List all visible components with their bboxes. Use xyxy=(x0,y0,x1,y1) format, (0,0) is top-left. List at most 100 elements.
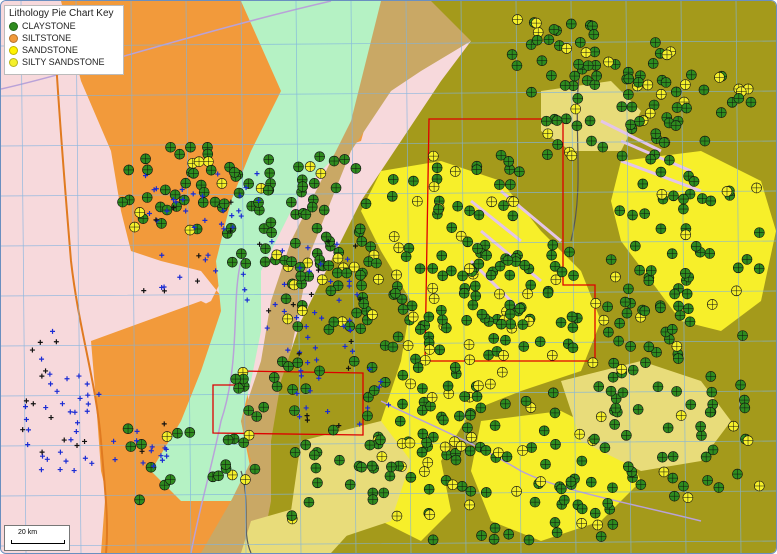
lithology-pie xyxy=(307,201,318,213)
lithology-pie xyxy=(454,410,465,422)
lithology-pie xyxy=(607,519,619,530)
lithology-pie xyxy=(117,196,128,208)
lithology-pie xyxy=(240,258,252,269)
lithology-pie xyxy=(501,451,513,463)
lithology-pie xyxy=(494,179,505,190)
lithology-pie xyxy=(367,494,379,505)
lithology-pie xyxy=(560,113,572,125)
lithology-pie xyxy=(555,317,567,328)
lithology-pie xyxy=(534,336,546,348)
lithology-pie xyxy=(473,209,485,221)
lithology-pie xyxy=(645,265,657,276)
lithology-pie xyxy=(268,372,280,383)
scale-label: 20 km xyxy=(18,529,38,536)
lithology-pie xyxy=(502,255,514,266)
lithology-pie xyxy=(400,251,412,262)
lithology-pie xyxy=(397,304,409,315)
lithology-pie xyxy=(185,141,196,153)
geological-map[interactable] xyxy=(1,1,776,553)
lithology-pie xyxy=(500,398,511,410)
lithology-pie xyxy=(589,46,601,58)
lithology-pie xyxy=(551,527,563,538)
lithology-pie xyxy=(320,231,332,243)
lithology-pie xyxy=(311,222,323,234)
lithology-pie xyxy=(754,480,765,492)
lithology-pie xyxy=(351,307,362,319)
lithology-pie xyxy=(519,259,531,271)
lithology-pie xyxy=(280,293,292,305)
lithology-pie xyxy=(379,376,391,388)
lithology-pie xyxy=(586,135,597,147)
lithology-pie xyxy=(678,193,689,205)
lithology-pie xyxy=(667,451,679,462)
lithology-pie xyxy=(588,29,600,40)
lithology-pie xyxy=(682,492,694,503)
lithology-pie xyxy=(480,445,492,456)
lithology-pie xyxy=(643,275,655,287)
lithology-pie xyxy=(134,494,145,506)
lithology-pie xyxy=(227,256,238,268)
lithology-pie xyxy=(431,162,443,174)
lithology-pie xyxy=(249,463,261,475)
lithology-pie xyxy=(575,37,586,48)
lithology-pie xyxy=(650,37,661,48)
lithology-pie xyxy=(550,439,561,450)
lithology-pie xyxy=(467,299,479,311)
lithology-pie xyxy=(541,115,552,127)
lithology-pie xyxy=(290,237,301,249)
lithology-pie xyxy=(637,178,649,190)
lithology-pie xyxy=(310,462,322,474)
lithology-pie xyxy=(621,307,633,319)
lithology-pie xyxy=(240,474,251,485)
lithology-pie xyxy=(732,468,743,480)
lithology-pie xyxy=(591,70,602,82)
lithology-pie xyxy=(387,341,399,353)
lithology-pie xyxy=(390,288,401,299)
lithology-pie xyxy=(632,404,644,415)
lithology-pie xyxy=(547,239,559,251)
lithology-pie xyxy=(233,383,244,394)
lithology-pie xyxy=(597,141,609,153)
lithology-pie xyxy=(419,354,431,366)
lithology-pie xyxy=(447,479,459,491)
scale-bar-line xyxy=(11,540,65,544)
lithology-pie xyxy=(627,364,639,376)
lithology-pie xyxy=(589,79,601,90)
legend-item: CLAYSTONE xyxy=(5,20,123,32)
lithology-pie xyxy=(674,310,686,321)
lithology-pie xyxy=(407,311,419,323)
lithology-pie xyxy=(610,402,622,414)
lithology-pie xyxy=(325,285,337,297)
lithology-pie xyxy=(216,178,228,189)
lithology-pie xyxy=(678,203,689,215)
lithology-pie xyxy=(434,344,446,356)
lithology-pie xyxy=(603,56,614,68)
lithology-pie xyxy=(283,361,294,372)
lithology-pie xyxy=(551,115,563,126)
lithology-pie xyxy=(546,249,557,261)
lithology-pie xyxy=(323,260,335,271)
lithology-pie xyxy=(619,296,631,308)
lithology-pie xyxy=(350,163,362,174)
lithology-pie xyxy=(456,481,468,492)
lithology-pie xyxy=(449,166,461,177)
scale-bar: 20 km xyxy=(4,525,70,551)
lithology-pie xyxy=(589,433,600,445)
lithology-pie xyxy=(465,410,476,421)
lithology-pie xyxy=(526,86,537,98)
lithology-pie xyxy=(671,386,682,397)
lithology-pie xyxy=(426,392,438,403)
lithology-pie xyxy=(344,479,356,490)
lithology-pie xyxy=(623,461,634,472)
lithology-pie xyxy=(427,282,439,294)
lithology-pie xyxy=(675,410,687,421)
lithology-pie xyxy=(678,480,689,492)
lithology-pie xyxy=(394,415,406,427)
lithology-pie xyxy=(417,428,429,440)
lithology-pie xyxy=(486,196,498,208)
lithology-pie xyxy=(655,89,667,100)
lithology-pie xyxy=(582,60,594,71)
lithology-pie xyxy=(713,482,725,493)
lithology-pie xyxy=(387,174,399,185)
lithology-pie xyxy=(404,437,416,449)
